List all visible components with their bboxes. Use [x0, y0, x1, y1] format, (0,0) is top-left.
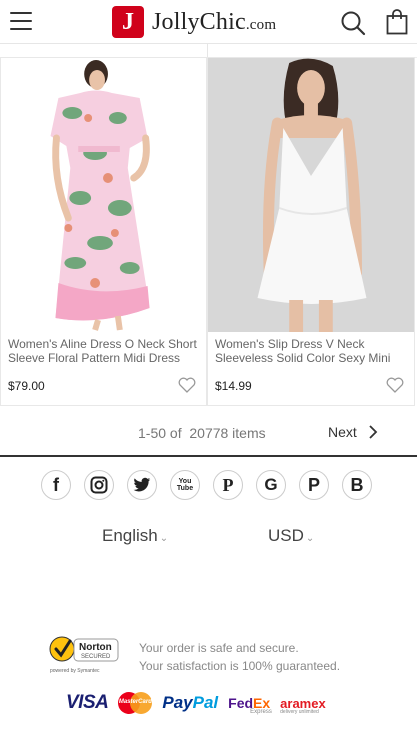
fedex-logo: FedEx Express	[228, 695, 272, 715]
mastercard-text: MasterCard	[118, 699, 152, 705]
aramex-sub: delivery unlimited	[280, 708, 319, 715]
google-glyph: G	[264, 475, 278, 494]
currency-value: USD	[268, 526, 304, 545]
pinterest-icon[interactable]: P	[213, 470, 243, 500]
item-count: 1-50 of 20778 items	[138, 425, 266, 441]
logo[interactable]: J JollyChic.com	[112, 5, 276, 39]
secure-text-line1: Your order is safe and secure.	[139, 641, 299, 655]
norton-label: Norton	[79, 642, 112, 653]
heart-icon[interactable]	[178, 377, 196, 393]
twitter-icon[interactable]	[127, 470, 157, 500]
chevron-down-icon: ⌄	[159, 533, 169, 544]
secure-text-line2: Your satisfaction is 100% guaranteed.	[139, 659, 341, 673]
facebook-glyph: f	[53, 474, 59, 495]
logo-badge: J	[112, 6, 144, 38]
youtube-glyph: You Tube	[176, 478, 194, 492]
product-image[interactable]	[208, 58, 414, 332]
fedex-sub: Express	[250, 709, 272, 715]
paypal-logo: PayPal	[162, 693, 218, 713]
product-price: $79.00	[8, 379, 45, 393]
logo-suffix: .com	[245, 16, 277, 33]
product-title[interactable]: Women's Slip Dress V Neck Sleeveless Sol…	[215, 337, 410, 365]
youtube-icon[interactable]: You Tube	[170, 470, 200, 500]
heart-icon[interactable]	[386, 377, 404, 393]
chevron-down-icon: ⌄	[305, 533, 315, 544]
language-select[interactable]: English ⌄	[102, 526, 168, 546]
visa-logo: VISA	[66, 692, 109, 713]
norton-sub: SECURED	[81, 654, 111, 660]
currency-select[interactable]: USD ⌄	[268, 526, 314, 546]
logo-name: JollyChic	[152, 8, 246, 35]
chevron-right-icon[interactable]	[368, 424, 378, 440]
pagination: 1-50 of 20778 items Next	[0, 407, 417, 457]
paypal-a: Pay	[162, 693, 193, 712]
b-glyph: B	[350, 474, 364, 495]
b-icon[interactable]: B	[342, 470, 372, 500]
product-title[interactable]: Women's Aline Dress O Neck Short Sleeve …	[8, 337, 203, 365]
norton-secured-badge: Norton SECURED powered by Symantec	[49, 636, 119, 674]
logo-text: JollyChic.com	[152, 9, 276, 36]
instagram-glyph	[90, 476, 108, 494]
product-image[interactable]	[1, 58, 206, 332]
product-card[interactable]: Women's Slip Dress V Neck Sleeveless Sol…	[207, 57, 415, 406]
product-price: $14.99	[215, 379, 252, 393]
aramex-logo: aramex delivery unlimited	[280, 696, 326, 715]
paypal-b: Pal	[192, 693, 219, 712]
p-glyph: P	[307, 474, 320, 495]
twitter-glyph	[133, 477, 151, 492]
facebook-icon[interactable]: f	[41, 470, 71, 500]
norton-powered: powered by Symantec	[50, 668, 100, 674]
pinterest-glyph: P	[222, 474, 234, 495]
mastercard-logo: MasterCard	[118, 692, 153, 714]
product-card[interactable]: Women's Aline Dress O Neck Short Sleeve …	[0, 57, 207, 406]
payment-methods: VISA MasterCard PayPal FedEx Express aram…	[66, 692, 326, 715]
search-icon[interactable]	[340, 10, 366, 36]
language-value: English	[102, 526, 158, 545]
menu-icon[interactable]	[10, 12, 32, 30]
social-links: f You Tube P G P B	[41, 470, 372, 500]
header: J JollyChic.com	[0, 0, 417, 44]
bag-icon[interactable]	[386, 9, 408, 35]
google-plus-icon[interactable]: G	[256, 470, 286, 500]
instagram-icon[interactable]	[84, 470, 114, 500]
next-button[interactable]: Next	[328, 424, 357, 440]
p-icon[interactable]: P	[299, 470, 329, 500]
grid-top-row	[0, 44, 417, 58]
